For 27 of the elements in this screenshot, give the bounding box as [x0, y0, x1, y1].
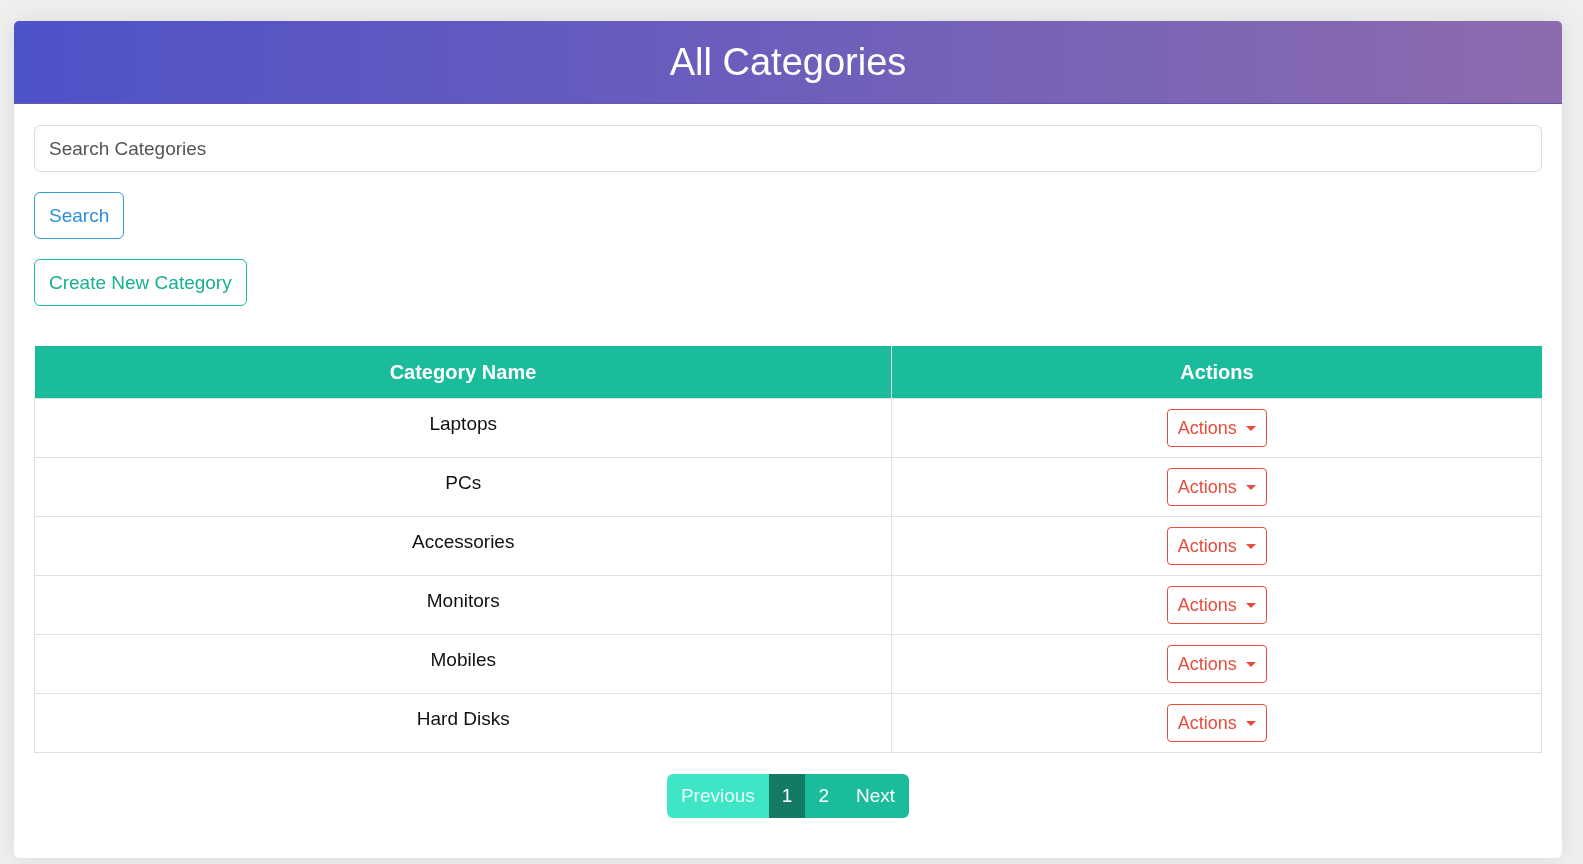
- page-title: All Categories: [669, 40, 907, 84]
- actions-dropdown-button[interactable]: Actions: [1166, 527, 1267, 565]
- page-number-button[interactable]: 1: [768, 774, 806, 818]
- actions-dropdown-button[interactable]: Actions: [1166, 468, 1267, 506]
- caret-icon: [1245, 484, 1256, 490]
- table-cell: Accessories: [34, 516, 892, 576]
- next-page-button[interactable]: Next: [842, 774, 910, 818]
- actions-dropdown-button[interactable]: Actions: [1166, 645, 1267, 683]
- column-header: Category Name: [34, 346, 892, 399]
- search-button[interactable]: Search: [34, 192, 125, 239]
- caret-icon: [1245, 661, 1256, 667]
- caret-icon: [1245, 602, 1256, 608]
- table-cell: Monitors: [34, 575, 892, 635]
- search-field[interactable]: Search Categories: [34, 125, 1542, 172]
- table-cell: PCs: [34, 457, 892, 517]
- actions-dropdown-button[interactable]: Actions: [1166, 586, 1267, 624]
- caret-icon: [1245, 543, 1256, 549]
- table-cell: Hard Disks: [34, 693, 892, 753]
- caret-icon: [1245, 720, 1256, 726]
- caret-icon: [1245, 425, 1256, 431]
- page-number-button[interactable]: 2: [805, 774, 842, 818]
- actions-dropdown-button[interactable]: Actions: [1166, 409, 1267, 447]
- column-header: Actions: [891, 346, 1542, 399]
- table-cell: Mobiles: [34, 634, 892, 694]
- create-category-button[interactable]: Create New Category: [34, 259, 247, 306]
- table-cell: Laptops: [34, 398, 892, 458]
- actions-dropdown-button[interactable]: Actions: [1166, 704, 1267, 742]
